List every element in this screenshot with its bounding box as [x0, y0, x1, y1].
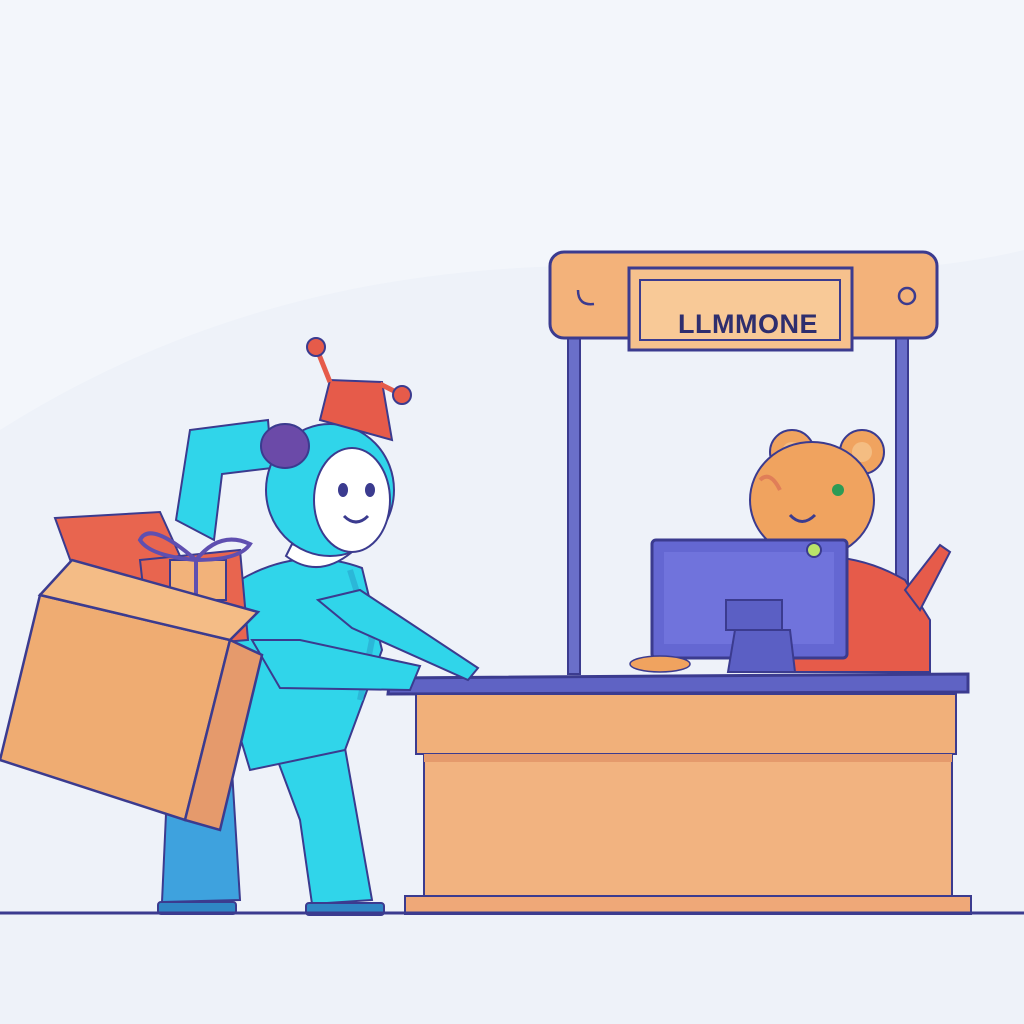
monitor-neck [725, 599, 783, 631]
keyboard [629, 655, 691, 673]
bear-eye [832, 484, 844, 496]
computer-monitor-icon [629, 538, 849, 673]
monitor-light [806, 542, 822, 558]
desk-upper [415, 693, 957, 755]
illustration-scene: LLMMONE [0, 0, 1024, 1024]
robot-eye-left [338, 483, 348, 497]
robot-ear [260, 423, 310, 469]
shop-sign: LLMMONE [548, 250, 939, 352]
robot-face [313, 447, 391, 553]
sign-label: LLMMONE [678, 309, 818, 339]
desk-front [423, 753, 953, 899]
antenna-ball-left [306, 337, 326, 357]
reception-desk [386, 672, 972, 915]
monitor-stand [726, 629, 797, 673]
robot-eye-right [365, 483, 375, 497]
desk-base [404, 895, 972, 915]
antenna-ball-right [392, 385, 412, 405]
desk-top [386, 672, 970, 696]
